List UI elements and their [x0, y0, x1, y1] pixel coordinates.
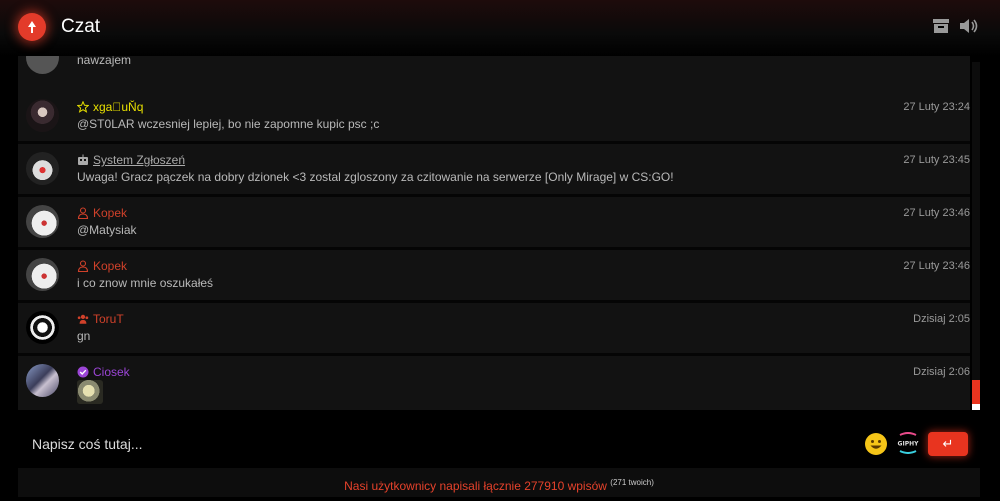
input-bar: GIPHY ↵: [18, 420, 980, 468]
stats-footer: Nasi użytkownicy napisali łącznie 277910…: [18, 468, 980, 497]
avatar[interactable]: [26, 99, 59, 132]
user-icon: [77, 207, 89, 219]
message-text: @ST0LAR wczesniej lepiej, bo nie zapomne…: [77, 117, 380, 131]
message-text: gn: [77, 329, 91, 343]
username-label: Kopek: [93, 259, 128, 273]
message-text: @Matysiak: [77, 223, 137, 237]
scrollbar[interactable]: [972, 62, 980, 410]
message-time: Dzisiaj 2:06: [913, 366, 970, 378]
emoji-icon[interactable]: [864, 432, 888, 456]
scrollbar-thumb[interactable]: [972, 380, 980, 410]
list-item: ToruT gn Dzisiaj 2:05: [18, 303, 970, 356]
username[interactable]: System Zgłoszeń: [77, 153, 185, 167]
avatar[interactable]: [26, 311, 59, 344]
stats-own-count: (271 twoich): [610, 478, 654, 487]
message-list[interactable]: nawzajem xgaᷜuŇq @ST0LAR wczesniej lepie…: [18, 56, 970, 410]
page-title: Czat: [61, 16, 101, 37]
username[interactable]: Kopek: [77, 259, 127, 273]
volume-icon[interactable]: [959, 16, 979, 36]
username[interactable]: ToruT: [77, 312, 124, 326]
username-label: Kopek: [93, 206, 128, 220]
list-item: Ciosek Dzisiaj 2:06: [18, 356, 970, 410]
username-label: ToruT: [93, 312, 124, 326]
sticker-image[interactable]: [77, 380, 103, 404]
star-icon: [77, 101, 89, 113]
username[interactable]: Ciosek: [77, 365, 130, 379]
list-item: nawzajem: [18, 56, 970, 94]
svg-text:GIPHY: GIPHY: [898, 441, 920, 448]
user-icon: [77, 260, 89, 272]
avatar[interactable]: [26, 364, 59, 397]
username-label: System Zgłoszeń: [93, 153, 186, 167]
message-input[interactable]: [18, 420, 874, 468]
users-icon: [77, 313, 89, 325]
giphy-icon[interactable]: GIPHY: [896, 432, 920, 454]
list-item: System Zgłoszeń Uwaga! Gracz pączek na d…: [18, 144, 970, 197]
message-text: Uwaga! Gracz pączek na dobry dzionek <3 …: [77, 170, 674, 184]
list-item: xgaᷜuŇq @ST0LAR wczesniej lepiej, bo nie…: [18, 91, 970, 144]
message-time: Dzisiaj 2:05: [913, 313, 970, 325]
avatar[interactable]: [26, 152, 59, 185]
username-label: xgaᷜuŇq: [93, 100, 144, 114]
logo-icon[interactable]: [18, 13, 46, 41]
message-time: 27 Luty 23:45: [903, 154, 970, 166]
username[interactable]: xgaᷜuŇq: [77, 100, 143, 114]
send-button[interactable]: ↵: [928, 432, 968, 456]
stats-text: Nasi użytkownicy napisali łącznie 277910…: [344, 479, 607, 493]
avatar[interactable]: [26, 56, 59, 74]
chat-header: Czat: [0, 0, 1000, 56]
archive-icon[interactable]: [931, 16, 951, 36]
message-text: i co znow mnie oszukałeś: [77, 276, 214, 290]
verified-icon: [77, 366, 89, 378]
avatar[interactable]: [26, 258, 59, 291]
avatar[interactable]: [26, 205, 59, 238]
list-item: Kopek @Matysiak 27 Luty 23:46: [18, 197, 970, 250]
message-time: 27 Luty 23:46: [903, 207, 970, 219]
username[interactable]: Kopek: [77, 206, 127, 220]
message-time: 27 Luty 23:24: [903, 101, 970, 113]
list-item: Kopek i co znow mnie oszukałeś 27 Luty 2…: [18, 250, 970, 303]
message-time: 27 Luty 23:46: [903, 260, 970, 272]
robot-icon: [77, 154, 89, 166]
username-label: Ciosek: [93, 365, 130, 379]
message-text: nawzajem: [77, 56, 132, 67]
